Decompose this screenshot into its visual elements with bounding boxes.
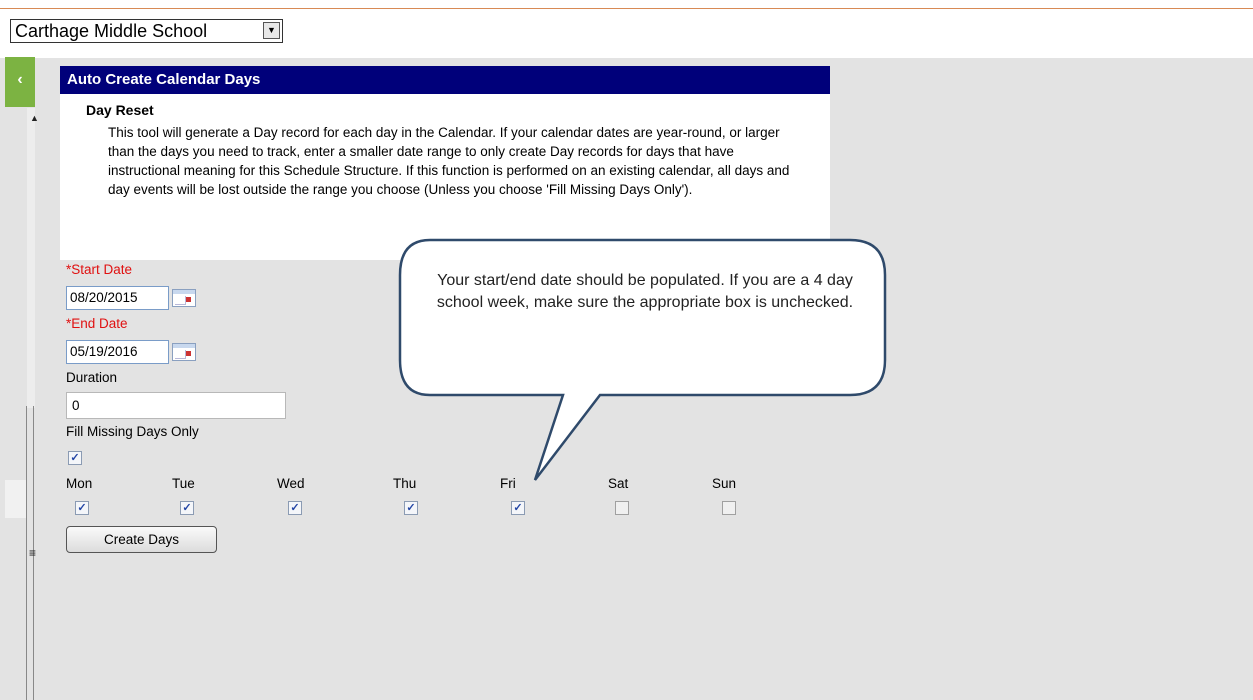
day-checkbox-mon[interactable]: ✓ [75, 501, 89, 515]
day-checkbox-sun[interactable] [722, 501, 736, 515]
school-select-value: Carthage Middle School [15, 21, 208, 41]
fill-missing-label: Fill Missing Days Only [66, 424, 199, 439]
start-date-label: *Start Date [66, 262, 133, 277]
start-date-input[interactable]: 08/20/2015 [66, 286, 169, 310]
day-label-mon: Mon [66, 476, 93, 491]
day-label-tue: Tue [172, 476, 195, 491]
panel-header: Auto Create Calendar Days [60, 66, 830, 94]
day-checkbox-tue[interactable]: ✓ [180, 501, 194, 515]
calendar-icon[interactable] [172, 289, 196, 307]
day-label-wed: Wed [277, 476, 305, 491]
calendar-icon[interactable] [172, 343, 196, 361]
collapse-sidebar-button[interactable]: ‹ [5, 57, 35, 107]
left-stripe [5, 480, 27, 518]
section-title: Day Reset [86, 102, 154, 118]
scrollbar-thumb-edge[interactable] [26, 406, 27, 700]
end-date-label: *End Date [66, 316, 128, 331]
end-date-input[interactable]: 05/19/2016 [66, 340, 169, 364]
day-checkbox-thu[interactable]: ✓ [404, 501, 418, 515]
duration-input[interactable]: 0 [66, 392, 286, 419]
day-checkbox-sat[interactable] [615, 501, 629, 515]
scroll-up-icon[interactable]: ▲ [30, 113, 39, 123]
fill-missing-checkbox[interactable]: ✓ [68, 451, 82, 465]
school-select[interactable]: Carthage Middle School ▼ [10, 19, 283, 43]
create-days-button[interactable]: Create Days [66, 526, 217, 553]
description-text: This tool will generate a Day record for… [108, 125, 790, 197]
day-checkbox-wed[interactable]: ✓ [288, 501, 302, 515]
duration-label: Duration [66, 370, 118, 385]
callout-text: Your start/end date should be populated.… [436, 272, 854, 311]
scrollbar-track[interactable] [27, 108, 35, 408]
chevron-down-icon[interactable]: ▼ [263, 22, 280, 39]
day-checkbox-fri[interactable]: ✓ [511, 501, 525, 515]
scroll-grip-icon[interactable]: ≡ [29, 546, 36, 560]
chevron-left-icon: ‹ [17, 71, 23, 88]
